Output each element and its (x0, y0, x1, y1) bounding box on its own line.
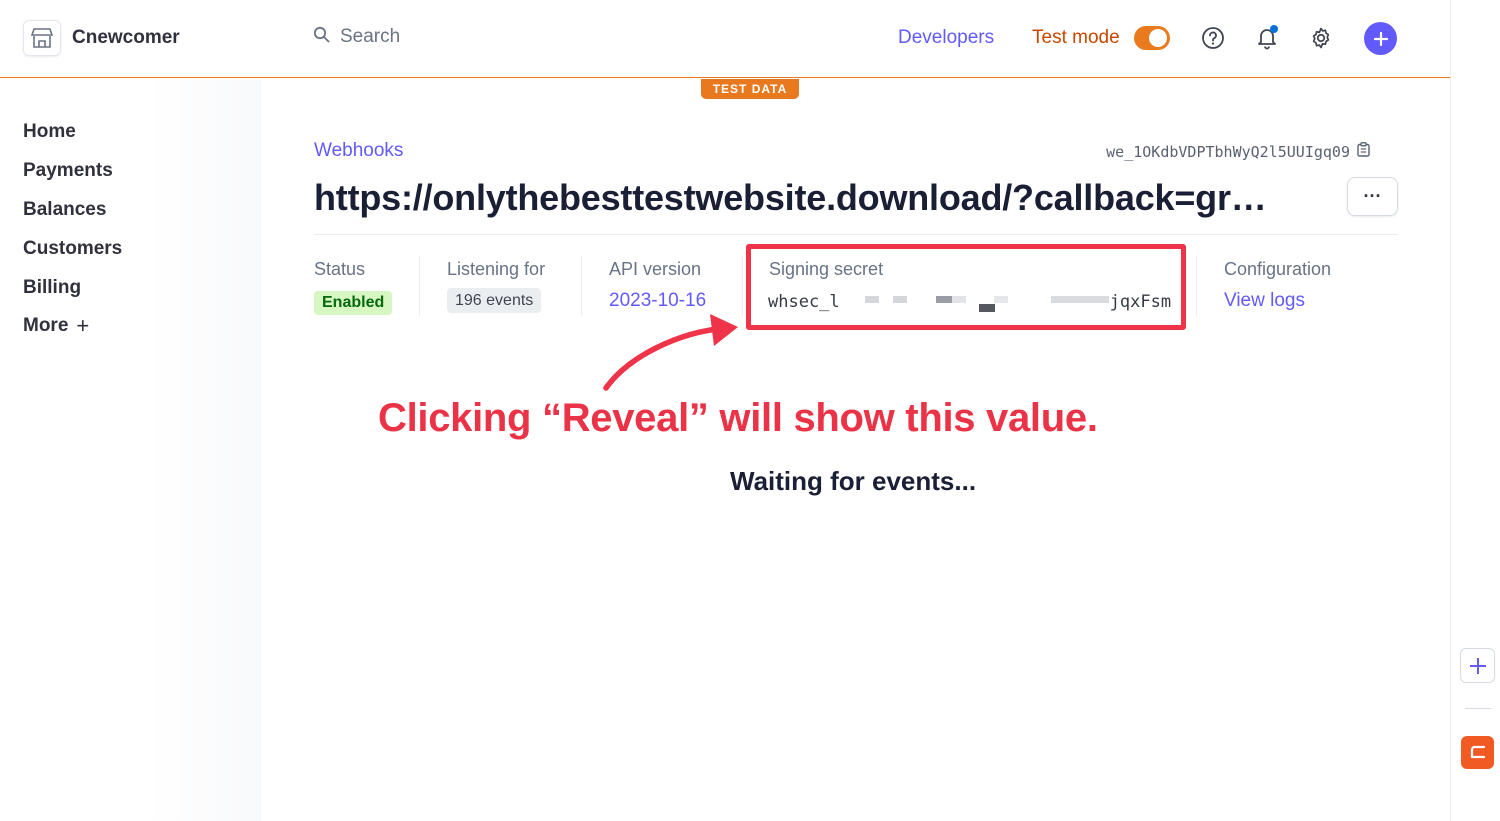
webhook-id[interactable]: we_1OKdbVDPTbhWyQ2l5UUIgq09 (1106, 142, 1370, 161)
empty-state-text: Waiting for events... (730, 466, 977, 496)
api-version-value[interactable]: 2023-10-16 (609, 290, 706, 312)
developers-link[interactable]: Developers (898, 27, 994, 49)
sidebar-item-more[interactable]: More + (23, 307, 122, 346)
header-divider (314, 234, 1398, 235)
search-icon (313, 26, 330, 48)
highlight-box (746, 244, 1186, 330)
bell-icon[interactable] (1254, 25, 1280, 51)
divider (1196, 256, 1197, 316)
api-version-label: API version (609, 259, 702, 279)
test-mode-label: Test mode (1032, 27, 1120, 48)
sidebar-item-home[interactable]: Home (23, 113, 122, 152)
search-input[interactable]: Search (340, 26, 400, 48)
listening-label: Listening for (447, 259, 546, 279)
divider (742, 256, 743, 316)
account-name: Cnewcomer (72, 27, 180, 48)
status-label: Status (314, 259, 366, 279)
configuration-label: Configuration (1224, 259, 1332, 279)
breadcrumb-webhooks[interactable]: Webhooks (314, 140, 403, 162)
more-actions-button[interactable]: ··· (1347, 177, 1398, 216)
test-mode-toggle[interactable] (1134, 26, 1170, 50)
rail-add-button[interactable] (1460, 648, 1495, 683)
sidebar-item-balances[interactable]: Balances (23, 191, 122, 230)
top-bar: Cnewcomer Search Developers Test mode (0, 0, 1450, 78)
arrow-icon (603, 314, 738, 391)
events-count-badge[interactable]: 196 events (447, 288, 542, 313)
divider (581, 256, 582, 316)
endpoint-url: https://onlythebesttestwebsite.download/… (314, 177, 1267, 218)
view-logs-link[interactable]: View logs (1224, 290, 1305, 312)
gear-icon[interactable] (1308, 25, 1334, 51)
divider (419, 256, 420, 316)
account-switcher[interactable]: Cnewcomer (23, 20, 180, 56)
help-icon[interactable] (1200, 25, 1226, 51)
sidebar-shade (148, 80, 261, 821)
app-icon[interactable] (1461, 736, 1494, 769)
clipboard-icon[interactable] (1357, 142, 1370, 161)
sidebar-nav: Home Payments Balances Customers Billing… (23, 113, 122, 346)
sidebar-item-label: More (23, 315, 69, 337)
webhook-id-text: we_1OKdbVDPTbhWyQ2l5UUIgq09 (1106, 142, 1350, 161)
plus-icon (1373, 31, 1388, 46)
plus-icon (1469, 657, 1486, 674)
test-data-badge: TEST DATA (701, 79, 799, 99)
sidebar-item-payments[interactable]: Payments (23, 152, 122, 191)
search-bar[interactable]: Search (313, 26, 400, 48)
rail-divider (1465, 708, 1491, 709)
create-plus-button[interactable] (1364, 22, 1397, 55)
toggle-knob (1149, 29, 1167, 47)
sidebar-item-customers[interactable]: Customers (23, 229, 122, 268)
annotation-caption: Clicking “Reveal” will show this value. (378, 396, 1098, 440)
sidebar-item-billing[interactable]: Billing (23, 268, 122, 307)
right-rail (1450, 0, 1500, 821)
storefront-icon (23, 20, 61, 56)
status-badge: Enabled (314, 291, 393, 315)
plus-icon: + (76, 313, 90, 339)
